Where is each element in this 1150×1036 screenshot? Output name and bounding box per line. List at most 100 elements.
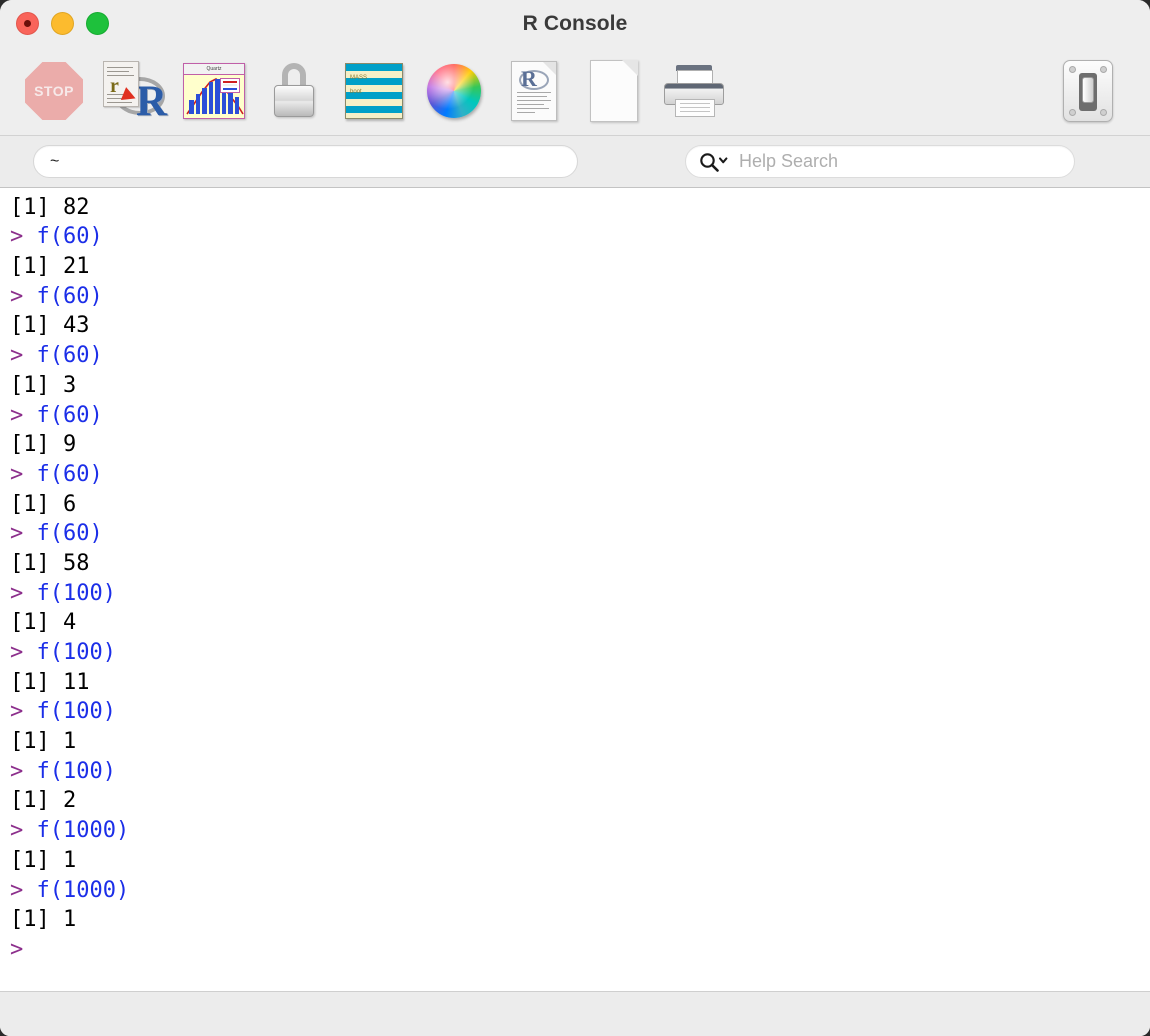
minimize-window-button[interactable] [51, 12, 74, 35]
plot-legend [220, 78, 240, 93]
console-prompt: > [10, 224, 24, 250]
traffic-lights [16, 0, 109, 47]
console-prompt: > [10, 818, 24, 844]
console-result-text: [1] 4 [10, 610, 77, 636]
console-command-text: f(100) [23, 640, 116, 665]
light-switch-icon [1063, 60, 1113, 122]
console-command-text: f(60) [23, 283, 103, 309]
maximize-window-button[interactable] [86, 12, 109, 35]
console-command-line: > f(1000) [10, 816, 1150, 846]
console-command-line: > f(100) [10, 697, 1150, 727]
lock-button[interactable] [254, 53, 334, 129]
console-result-text: [1] 9 [10, 432, 77, 458]
console-lines: > f(60)[1] 82> f(60)[1] 21> f(60)[1] 43>… [10, 188, 1150, 965]
help-search-placeholder: Help Search [739, 151, 839, 171]
console-output-line: [1] 1 [10, 727, 1150, 757]
console-result-text: [1] 1 [10, 729, 77, 755]
console-prompt: > [10, 877, 24, 903]
console-command-line: > f(60) [10, 519, 1150, 549]
console-result-text: [1] 11 [10, 669, 90, 695]
console-command-text: f(60) [23, 224, 103, 250]
console-output-line: [1] 9 [10, 430, 1150, 460]
console-output-line: [1] 11 [10, 668, 1150, 698]
plot-window-button[interactable]: Quartz [174, 53, 254, 129]
console-output-area[interactable]: > f(60)[1] 82> f(60)[1] 21> f(60)[1] 43>… [0, 188, 1150, 991]
console-command-line: > f(60) [10, 460, 1150, 490]
console-result-text: [1] 1 [10, 907, 77, 933]
console-prompt: > [10, 461, 24, 487]
console-output-line: [1] 82 [10, 193, 1150, 223]
packages-button[interactable]: MASS boot [334, 53, 414, 129]
console-prompt: > [10, 580, 24, 606]
r-document-icon: R [511, 61, 557, 121]
console-output-line: [1] 1 [10, 846, 1150, 876]
console-prompt: > [10, 758, 24, 784]
color-wheel-icon [427, 64, 481, 118]
console-prompt: > [10, 640, 24, 665]
console-command-line: > f(60) [10, 341, 1150, 371]
search-magnifier-icon[interactable] [698, 152, 728, 172]
console-command-text: f(100) [23, 699, 116, 725]
console-prompt: > [10, 343, 24, 369]
console-command-line: > f(1000) [10, 876, 1150, 906]
lock-icon [272, 63, 316, 119]
console-prompt: > [10, 402, 24, 428]
console-output-line: [1] 4 [10, 608, 1150, 638]
packages-striped-icon: MASS boot [345, 63, 403, 119]
r-console-window: R Console STOP R r Quartz MASS boot R ~ … [0, 0, 1150, 1036]
console-command-line: > [10, 935, 1150, 965]
close-window-button[interactable] [16, 12, 39, 35]
r-document-button[interactable]: R [494, 53, 574, 129]
console-command-line: > f(60) [10, 282, 1150, 312]
console-command-line: > f(100) [10, 638, 1150, 668]
console-command-text: f(60) [23, 343, 103, 369]
console-command-text: f(100) [23, 580, 116, 606]
stop-icon: STOP [25, 62, 83, 120]
console-prompt: > [10, 699, 24, 725]
console-prompt: > [10, 521, 24, 547]
console-command-line: > f(100) [10, 757, 1150, 787]
console-output-line: [1] 58 [10, 549, 1150, 579]
working-directory-input[interactable]: ~ [33, 145, 578, 178]
stop-button[interactable]: STOP [14, 53, 94, 129]
console-output-line: [1] 3 [10, 371, 1150, 401]
console-result-text: [1] 2 [10, 788, 77, 814]
console-output-line: [1] 1 [10, 905, 1150, 935]
console-result-text: [1] 1 [10, 847, 77, 873]
console-result-text: [1] 43 [10, 313, 90, 339]
new-document-button[interactable] [574, 53, 654, 129]
window-title: R Console [522, 11, 628, 35]
console-prompt: > [10, 188, 23, 190]
console-output-line: [1] 2 [10, 786, 1150, 816]
console-prompt: > [10, 936, 24, 962]
console-command-line: > f(60) [10, 401, 1150, 431]
console-result-text: [1] 6 [10, 491, 77, 517]
console-output-line: [1] 21 [10, 252, 1150, 282]
titlebar: R Console [0, 0, 1150, 47]
console-result-text: [1] 82 [10, 194, 90, 220]
console-result-text: [1] 21 [10, 254, 90, 280]
source-editor-button[interactable]: R r [94, 53, 174, 129]
print-button[interactable] [654, 53, 734, 129]
help-search-input[interactable]: Help Search [685, 145, 1075, 178]
console-command-line: > f(60) [10, 222, 1150, 252]
toggle-button[interactable] [1040, 60, 1150, 122]
color-picker-button[interactable] [414, 53, 494, 129]
console-result-text: [1] 3 [10, 372, 77, 398]
console-command-text: f(60) [23, 188, 102, 190]
console-output-line: [1] 43 [10, 311, 1150, 341]
blank-page-icon [590, 60, 638, 122]
console-command-line: > f(100) [10, 579, 1150, 609]
console-command-text: f(1000) [23, 818, 130, 844]
histogram-plot-icon: Quartz [183, 63, 245, 119]
printer-icon [662, 65, 726, 117]
console-command-text: f(60) [23, 402, 103, 428]
status-bar [0, 991, 1150, 1036]
toolbar: STOP R r Quartz MASS boot R [0, 47, 1150, 135]
console-prompt: > [10, 283, 24, 309]
console-command-text: f(100) [23, 758, 116, 784]
working-directory-value: ~ [50, 152, 60, 170]
console-output-line: [1] 6 [10, 490, 1150, 520]
console-result-text: [1] 58 [10, 550, 90, 576]
r-source-document-icon: R r [101, 59, 167, 123]
